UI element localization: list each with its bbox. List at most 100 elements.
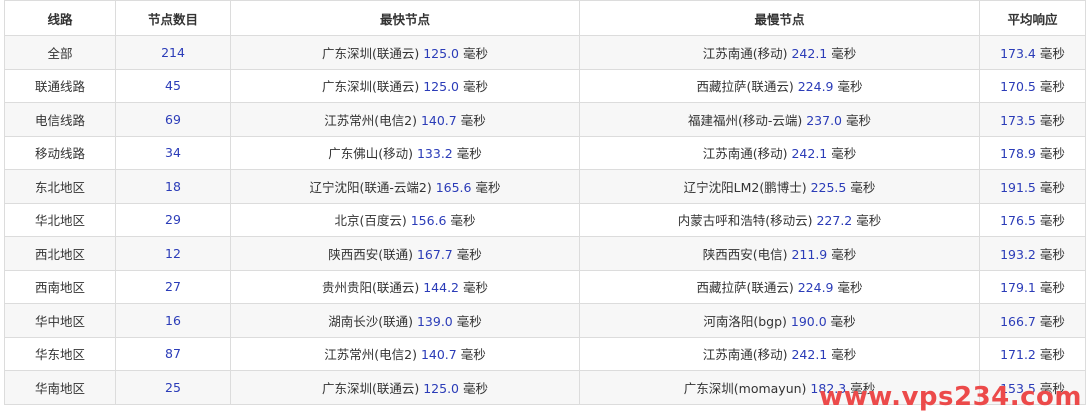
table-row: 华中地区 16 湖南长沙(联通) 139.0 毫秒 河南洛阳(bgp) 190.0 毫… bbox=[4, 303, 1086, 338]
slowest-location: 福建福州(移动-云端) bbox=[687, 112, 803, 128]
cell-fastest-node: 广东深圳(联通云) 125.0 毫秒 bbox=[230, 68, 580, 103]
cell-fastest-node: 广东深圳(联通云) 125.0 毫秒 bbox=[230, 370, 580, 405]
fastest-location: 广东深圳(联通云) bbox=[321, 45, 420, 61]
unit-label: 毫秒 bbox=[1039, 45, 1065, 61]
cell-line: 移动线路 bbox=[4, 135, 116, 170]
average-ms: 173.4 bbox=[1000, 45, 1036, 61]
table-row: 西南地区 27 贵州贵阳(联通云) 144.2 毫秒 西藏拉萨(联通云) 224.9 … bbox=[4, 269, 1086, 304]
unit-label: 毫秒 bbox=[1039, 112, 1065, 128]
cell-slowest-node: 陕西西安(电信) 211.9 毫秒 bbox=[579, 236, 980, 271]
fastest-ms: 140.7 bbox=[420, 347, 457, 363]
header-line: 线路 bbox=[4, 0, 116, 36]
cell-line: 华东地区 bbox=[4, 336, 116, 371]
unit-label: 毫秒 bbox=[463, 79, 489, 95]
cell-node-count: 16 bbox=[115, 303, 231, 338]
cell-fastest-node: 湖南长沙(联通) 139.0 毫秒 bbox=[230, 303, 580, 338]
cell-node-count: 12 bbox=[115, 236, 231, 271]
header-row: 线路 节点数目 最快节点 最慢节点 平均响应 bbox=[4, 0, 1086, 36]
header-node-count: 节点数目 bbox=[115, 0, 231, 36]
fastest-location: 贵州贵阳(联通云) bbox=[321, 280, 420, 296]
average-ms: 193.2 bbox=[1000, 246, 1036, 262]
unit-label: 毫秒 bbox=[460, 347, 486, 363]
average-ms: 170.5 bbox=[1000, 79, 1036, 95]
fastest-ms: 156.6 bbox=[410, 213, 447, 229]
cell-slowest-node: 广东深圳(momayun) 182.3 毫秒 bbox=[579, 370, 980, 405]
slowest-ms: 237.0 bbox=[806, 112, 843, 128]
table-row: 华东地区 87 江苏常州(电信2) 140.7 毫秒 江苏南通(移动) 242.1 毫… bbox=[4, 336, 1086, 371]
unit-label: 毫秒 bbox=[456, 313, 482, 329]
cell-line: 电信线路 bbox=[4, 102, 116, 137]
slowest-location: 内蒙古呼和浩特(移动云) bbox=[677, 213, 813, 229]
fastest-location: 辽宁沈阳(联通-云端2) bbox=[309, 179, 432, 195]
slowest-ms: 227.2 bbox=[816, 213, 853, 229]
table-row: 全部 214 广东深圳(联通云) 125.0 毫秒 江苏南通(移动) 242.1 毫秒… bbox=[4, 35, 1086, 70]
fastest-ms: 144.2 bbox=[423, 280, 460, 296]
cell-node-count: 69 bbox=[115, 102, 231, 137]
cell-average-response: 193.2 毫秒 bbox=[979, 236, 1086, 271]
cell-fastest-node: 江苏常州(电信2) 140.7 毫秒 bbox=[230, 336, 580, 371]
cell-line: 华北地区 bbox=[4, 202, 116, 237]
unit-label: 毫秒 bbox=[831, 146, 857, 162]
header-average-response: 平均响应 bbox=[979, 0, 1086, 36]
fastest-location: 湖南长沙(联通) bbox=[328, 313, 413, 329]
table-row: 西北地区 12 陕西西安(联通) 167.7 毫秒 陕西西安(电信) 211.9 毫秒… bbox=[4, 236, 1086, 271]
cell-node-count: 27 bbox=[115, 269, 231, 304]
cell-average-response: 179.1 毫秒 bbox=[979, 269, 1086, 304]
average-ms: 166.7 bbox=[1000, 313, 1036, 329]
cell-node-count: 18 bbox=[115, 169, 231, 204]
cell-node-count: 29 bbox=[115, 202, 231, 237]
cell-slowest-node: 辽宁沈阳LM2(鹏博士) 225.5 毫秒 bbox=[579, 169, 980, 204]
fastest-location: 江苏常州(电信2) bbox=[324, 112, 417, 128]
table-header: 线路 节点数目 最快节点 最慢节点 平均响应 bbox=[4, 0, 1086, 36]
cell-fastest-node: 广东佛山(移动) 133.2 毫秒 bbox=[230, 135, 580, 170]
slowest-location: 江苏南通(移动) bbox=[702, 45, 788, 61]
slowest-ms: 242.1 bbox=[791, 347, 828, 363]
unit-label: 毫秒 bbox=[1039, 179, 1065, 195]
table-row: 华南地区 25 广东深圳(联通云) 125.0 毫秒 广东深圳(momayun) 18… bbox=[4, 370, 1086, 405]
slowest-location: 江苏南通(移动) bbox=[702, 146, 788, 162]
average-ms: 178.9 bbox=[1000, 146, 1036, 162]
table-row: 东北地区 18 辽宁沈阳(联通-云端2) 165.6 毫秒 辽宁沈阳LM2(鹏博士) … bbox=[4, 169, 1086, 204]
unit-label: 毫秒 bbox=[831, 246, 857, 262]
cell-fastest-node: 贵州贵阳(联通云) 144.2 毫秒 bbox=[230, 269, 580, 304]
unit-label: 毫秒 bbox=[463, 280, 489, 296]
cell-line: 华中地区 bbox=[4, 303, 116, 338]
unit-label: 毫秒 bbox=[463, 380, 489, 396]
cell-slowest-node: 江苏南通(移动) 242.1 毫秒 bbox=[579, 135, 980, 170]
table-row: 电信线路 69 江苏常州(电信2) 140.7 毫秒 福建福州(移动-云端) 237.… bbox=[4, 102, 1086, 137]
slowest-location: 广东深圳(momayun) bbox=[683, 380, 807, 396]
table-row: 联通线路 45 广东深圳(联通云) 125.0 毫秒 西藏拉萨(联通云) 224.9 … bbox=[4, 68, 1086, 103]
fastest-ms: 165.6 bbox=[435, 179, 472, 195]
cell-line: 东北地区 bbox=[4, 169, 116, 204]
fastest-location: 广东深圳(联通云) bbox=[321, 380, 420, 396]
cell-node-count: 25 bbox=[115, 370, 231, 405]
unit-label: 毫秒 bbox=[1039, 246, 1065, 262]
cell-line: 西北地区 bbox=[4, 236, 116, 271]
cell-slowest-node: 河南洛阳(bgp) 190.0 毫秒 bbox=[579, 303, 980, 338]
slowest-ms: 211.9 bbox=[791, 246, 828, 262]
unit-label: 毫秒 bbox=[830, 313, 856, 329]
average-ms: 191.5 bbox=[1000, 179, 1036, 195]
average-ms: 173.5 bbox=[1000, 112, 1036, 128]
average-ms: 176.5 bbox=[1000, 213, 1036, 229]
cell-line: 联通线路 bbox=[4, 68, 116, 103]
cell-fastest-node: 陕西西安(联通) 167.7 毫秒 bbox=[230, 236, 580, 271]
fastest-ms: 125.0 bbox=[423, 380, 460, 396]
fastest-location: 广东佛山(移动) bbox=[328, 146, 413, 162]
speed-test-table: 线路 节点数目 最快节点 最慢节点 平均响应 全部 214 广东深圳(联通云) 12… bbox=[4, 0, 1086, 405]
cell-average-response: 166.7 毫秒 bbox=[979, 303, 1086, 338]
slowest-location: 陕西西安(电信) bbox=[702, 246, 788, 262]
fastest-location: 北京(百度云) bbox=[334, 213, 407, 229]
cell-slowest-node: 江苏南通(移动) 242.1 毫秒 bbox=[579, 35, 980, 70]
cell-slowest-node: 江苏南通(移动) 242.1 毫秒 bbox=[579, 336, 980, 371]
slowest-ms: 225.5 bbox=[810, 179, 847, 195]
slowest-ms: 224.9 bbox=[797, 280, 834, 296]
cell-fastest-node: 北京(百度云) 156.6 毫秒 bbox=[230, 202, 580, 237]
unit-label: 毫秒 bbox=[831, 347, 857, 363]
slowest-location: 辽宁沈阳LM2(鹏博士) bbox=[683, 179, 807, 195]
cell-fastest-node: 辽宁沈阳(联通-云端2) 165.6 毫秒 bbox=[230, 169, 580, 204]
unit-label: 毫秒 bbox=[1039, 146, 1065, 162]
cell-average-response: 176.5 毫秒 bbox=[979, 202, 1086, 237]
fastest-ms: 125.0 bbox=[423, 79, 460, 95]
cell-node-count: 45 bbox=[115, 68, 231, 103]
